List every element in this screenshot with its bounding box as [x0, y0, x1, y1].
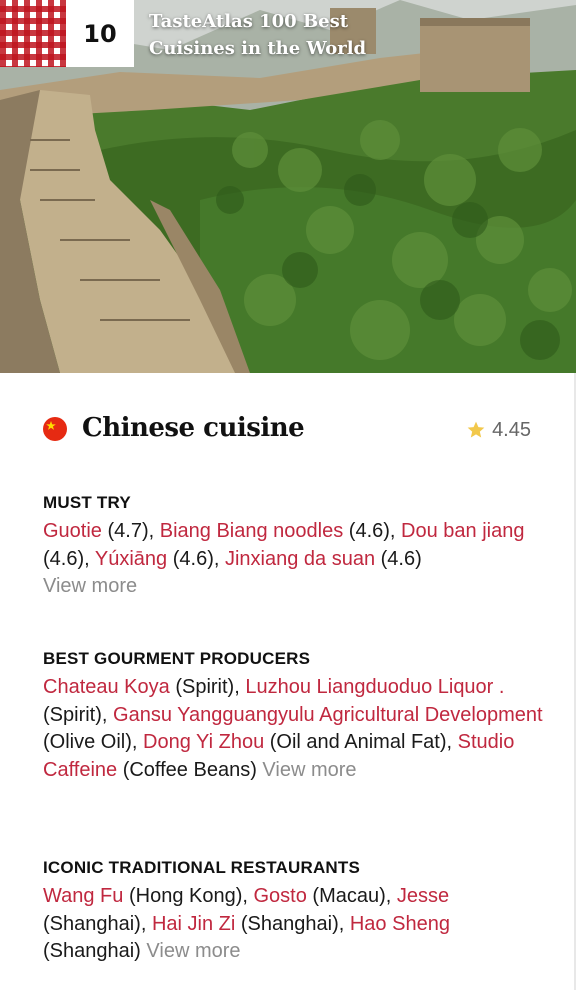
- item-detail: (4.6): [43, 547, 85, 570]
- item-detail: (Shanghai): [235, 912, 339, 935]
- item-detail: (Oil and Animal Fat): [264, 731, 447, 753]
- item-link[interactable]: Luzhou Liangduoduo Liquor .: [245, 676, 504, 698]
- item-separator: ,: [140, 912, 152, 935]
- item-separator: ,: [213, 547, 225, 570]
- rating-value: 4.45: [492, 418, 531, 441]
- item-link[interactable]: Biang Biang noodles: [160, 520, 343, 542]
- rank-number: 10: [66, 0, 134, 67]
- item-link[interactable]: Hao Sheng: [350, 913, 450, 935]
- item-separator: ,: [234, 676, 246, 698]
- hero-title: TasteAtlas 100 Best Cuisines in the Worl…: [149, 8, 409, 62]
- cuisine-title[interactable]: Chinese cuisine: [82, 409, 305, 447]
- section-title-producers: BEST GOURMENT PRODUCERS: [43, 649, 311, 668]
- hero-title-line-2: Cuisines in the World: [149, 38, 367, 59]
- item-link[interactable]: Gosto: [254, 885, 307, 907]
- item-link[interactable]: Yúxiāng: [95, 548, 167, 570]
- item-link[interactable]: Jesse: [397, 885, 449, 907]
- item-link[interactable]: Jinxiang da suan: [225, 548, 375, 570]
- view-more-link[interactable]: View more: [262, 759, 356, 781]
- item-link[interactable]: Wang Fu: [43, 885, 123, 907]
- item-separator: ,: [148, 520, 160, 542]
- item-detail: (4.6): [343, 520, 390, 542]
- section-title-must-try: MUST TRY: [43, 493, 131, 512]
- restaurants-list: Wang Fu (Hong Kong), Gosto (Macau), Jess…: [43, 883, 543, 966]
- rating: 4.45: [466, 417, 531, 443]
- item-detail: (4.6): [375, 547, 422, 570]
- hero-image: 10 TasteAtlas 100 Best Cuisines in the W…: [0, 0, 576, 373]
- item-detail: (Shanghai): [43, 912, 141, 935]
- view-more-link[interactable]: View more: [43, 575, 137, 597]
- view-more-link[interactable]: View more: [146, 940, 240, 962]
- item-link[interactable]: Hai Jin Zi: [152, 913, 235, 935]
- checkered-tablecloth-icon: [0, 0, 66, 67]
- rank-badge: 10: [0, 0, 134, 67]
- item-separator: ,: [84, 547, 95, 570]
- item-detail: (Macau): [306, 885, 386, 907]
- item-separator: ,: [389, 520, 402, 542]
- producers-section: BEST GOURMENT PRODUCERS Chateau Koya (Sp…: [43, 648, 543, 784]
- item-separator: ,: [385, 885, 397, 907]
- item-detail: (Shanghai): [43, 940, 141, 962]
- item-detail: (4.7): [101, 520, 149, 542]
- section-title-restaurants: ICONIC TRADITIONAL RESTAURANTS: [43, 858, 361, 877]
- item-separator: ,: [446, 731, 458, 753]
- must-try-section: MUST TRY Guotie (4.7), Biang Biang noodl…: [43, 492, 543, 601]
- china-flag-icon: [43, 417, 67, 441]
- star-icon: [467, 421, 485, 438]
- item-separator: ,: [131, 731, 144, 753]
- item-detail: (4.6): [167, 547, 214, 570]
- item-link[interactable]: Dong Yi Zhou: [143, 731, 264, 753]
- hero-title-line-1: TasteAtlas 100 Best: [149, 11, 349, 32]
- item-detail: (Hong Kong): [123, 885, 243, 907]
- item-detail: (Olive Oil): [43, 731, 132, 753]
- item-link[interactable]: Guotie: [43, 520, 102, 542]
- restaurants-section: ICONIC TRADITIONAL RESTAURANTS Wang Fu (…: [43, 857, 543, 966]
- item-detail: (Spirit): [169, 676, 235, 698]
- item-link[interactable]: Dou ban jiang: [401, 520, 524, 542]
- producers-list: Chateau Koya (Spirit), Luzhou Liangduodu…: [43, 674, 543, 784]
- item-separator: ,: [101, 703, 114, 726]
- item-detail: (Coffee Beans): [117, 758, 257, 781]
- must-try-list: Guotie (4.7), Biang Biang noodles (4.6),…: [43, 518, 543, 601]
- item-separator: ,: [338, 912, 350, 935]
- item-separator: ,: [242, 885, 254, 907]
- item-link[interactable]: Chateau Koya: [43, 676, 170, 698]
- item-detail: (Spirit): [43, 703, 102, 726]
- item-link[interactable]: Gansu Yangguangyulu Agricultural Develop…: [113, 704, 543, 726]
- cuisine-header: Chinese cuisine 4.45: [43, 408, 533, 452]
